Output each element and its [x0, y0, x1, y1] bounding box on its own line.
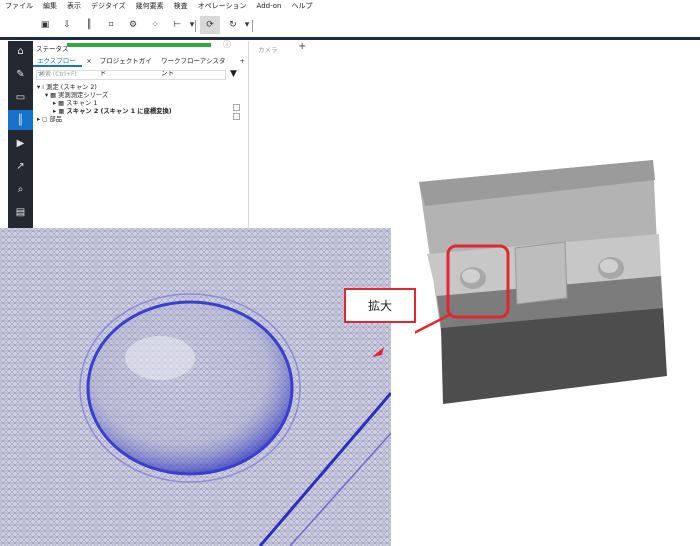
align-icon[interactable]: ⊢ — [170, 18, 184, 32]
gear-icon[interactable]: ⚙ — [126, 18, 140, 32]
menu-digitize[interactable]: デジタイズ — [91, 1, 126, 11]
tree-item-scan-2[interactable]: ▸ ▦ スキャン 2 (スキャン 1 に座標変換) — [37, 108, 172, 116]
wrench-icon[interactable]: ✎ — [8, 64, 33, 84]
tree-item-parts[interactable]: ▸ ◻ 部品 — [37, 116, 172, 124]
scanner-icon[interactable]: ▭ — [8, 87, 33, 107]
status-label: ステータス — [36, 45, 69, 53]
close-icon[interactable]: × — [82, 55, 95, 67]
explorer-icon[interactable]: ║ — [8, 110, 33, 130]
tab-workflow-assistant[interactable]: ワークフローアシスタント — [157, 55, 236, 77]
refresh-icon[interactable]: ↻ — [226, 18, 240, 32]
report-icon[interactable]: ▤ — [8, 202, 33, 222]
tree-item-scan-1[interactable]: ▸ ▦ スキャン 1 — [37, 100, 172, 108]
menu-geometry[interactable]: 幾何要素 — [136, 1, 164, 11]
callout-label: 拡大 — [344, 288, 416, 323]
tab-explorer[interactable]: エクスプローラ — [33, 55, 83, 77]
menu-bar: ファイル 編集 表示 デジタイズ 幾何要素 検査 オペレーション Add-on … — [0, 0, 700, 12]
menu-view[interactable]: 表示 — [67, 1, 81, 11]
info-icon[interactable]: ⓘ — [223, 39, 231, 50]
search-input[interactable]: 検索 (Ctrl+F) — [36, 70, 226, 80]
toolbar-divider — [252, 20, 253, 32]
tree-label: 測定 (スキャン 2) — [46, 84, 97, 91]
filter-icon[interactable]: ▼ — [230, 69, 237, 79]
toolbar-divider — [195, 20, 196, 32]
menu-file[interactable]: ファイル — [5, 1, 33, 11]
add-tab-button[interactable]: + — [236, 55, 249, 67]
tree-item-measurement[interactable]: ▾ ⁞ 測定 (スキャン 2) — [37, 84, 172, 92]
layout-icon[interactable]: ▣ — [38, 18, 52, 32]
scanned-part-render — [374, 158, 670, 404]
chevron-down-icon[interactable]: ▾ — [185, 18, 199, 32]
visibility-checkbox[interactable] — [233, 113, 240, 120]
menu-inspection[interactable]: 検査 — [174, 1, 188, 11]
tree-label: スキャン 1 — [66, 100, 98, 107]
menu-edit[interactable]: 編集 — [43, 1, 57, 11]
visibility-checkbox[interactable] — [233, 104, 240, 111]
arrow-head — [372, 347, 384, 357]
add-viewport-button[interactable]: + — [298, 41, 306, 52]
tree-label: スキャン 2 (スキャン 1 に座標変換) — [66, 108, 172, 115]
explorer-panel: ステータス ⓘ エクスプローラ × プロジェクトガイド ワークフローアシスタント… — [33, 39, 249, 231]
toolbar: ▣ ⇩ ║ ⌗ ⚙ ⁘ ⊢ ▾ ⟳ ↻ ▾ — [0, 12, 700, 40]
camera-icon[interactable]: ▶ — [8, 133, 33, 153]
tree-label: 部品 — [49, 116, 62, 123]
home-icon[interactable]: ⌂ — [8, 41, 33, 61]
points-icon[interactable]: ⁘ — [148, 18, 162, 32]
sync-icon[interactable]: ⟳ — [203, 18, 217, 32]
tab-project-guide[interactable]: プロジェクトガイド — [96, 55, 157, 77]
menu-addon[interactable]: Add-on — [257, 2, 282, 10]
menu-operation[interactable]: オペレーション — [198, 1, 247, 11]
camera-tab[interactable]: カメラ — [258, 44, 278, 54]
import-icon[interactable]: ⇩ — [60, 18, 74, 32]
menu-help[interactable]: ヘルプ — [291, 1, 312, 11]
search-icon[interactable]: ⌕ — [8, 179, 33, 199]
status-progress-bar — [67, 43, 211, 47]
project-tree: ▾ ⁞ 測定 (スキャン 2) ▾ ▦ 実測測定シリーズ ▸ ▦ スキャン 1 … — [37, 84, 172, 124]
tree-item-series[interactable]: ▾ ▦ 実測測定シリーズ — [37, 92, 172, 100]
panel-tabs: エクスプローラ × プロジェクトガイド ワークフローアシスタント + — [33, 55, 249, 77]
side-navigation: ⌂ ✎ ▭ ║ ▶ ↗ ⌕ ▤ — [8, 41, 33, 231]
crop-icon[interactable]: ⌗ — [104, 18, 118, 32]
zoomed-mesh-image — [0, 228, 391, 546]
tree-label: 実測測定シリーズ — [58, 92, 109, 99]
barcode-icon[interactable]: ║ — [82, 18, 96, 32]
probe-icon[interactable]: ↗ — [8, 156, 33, 176]
